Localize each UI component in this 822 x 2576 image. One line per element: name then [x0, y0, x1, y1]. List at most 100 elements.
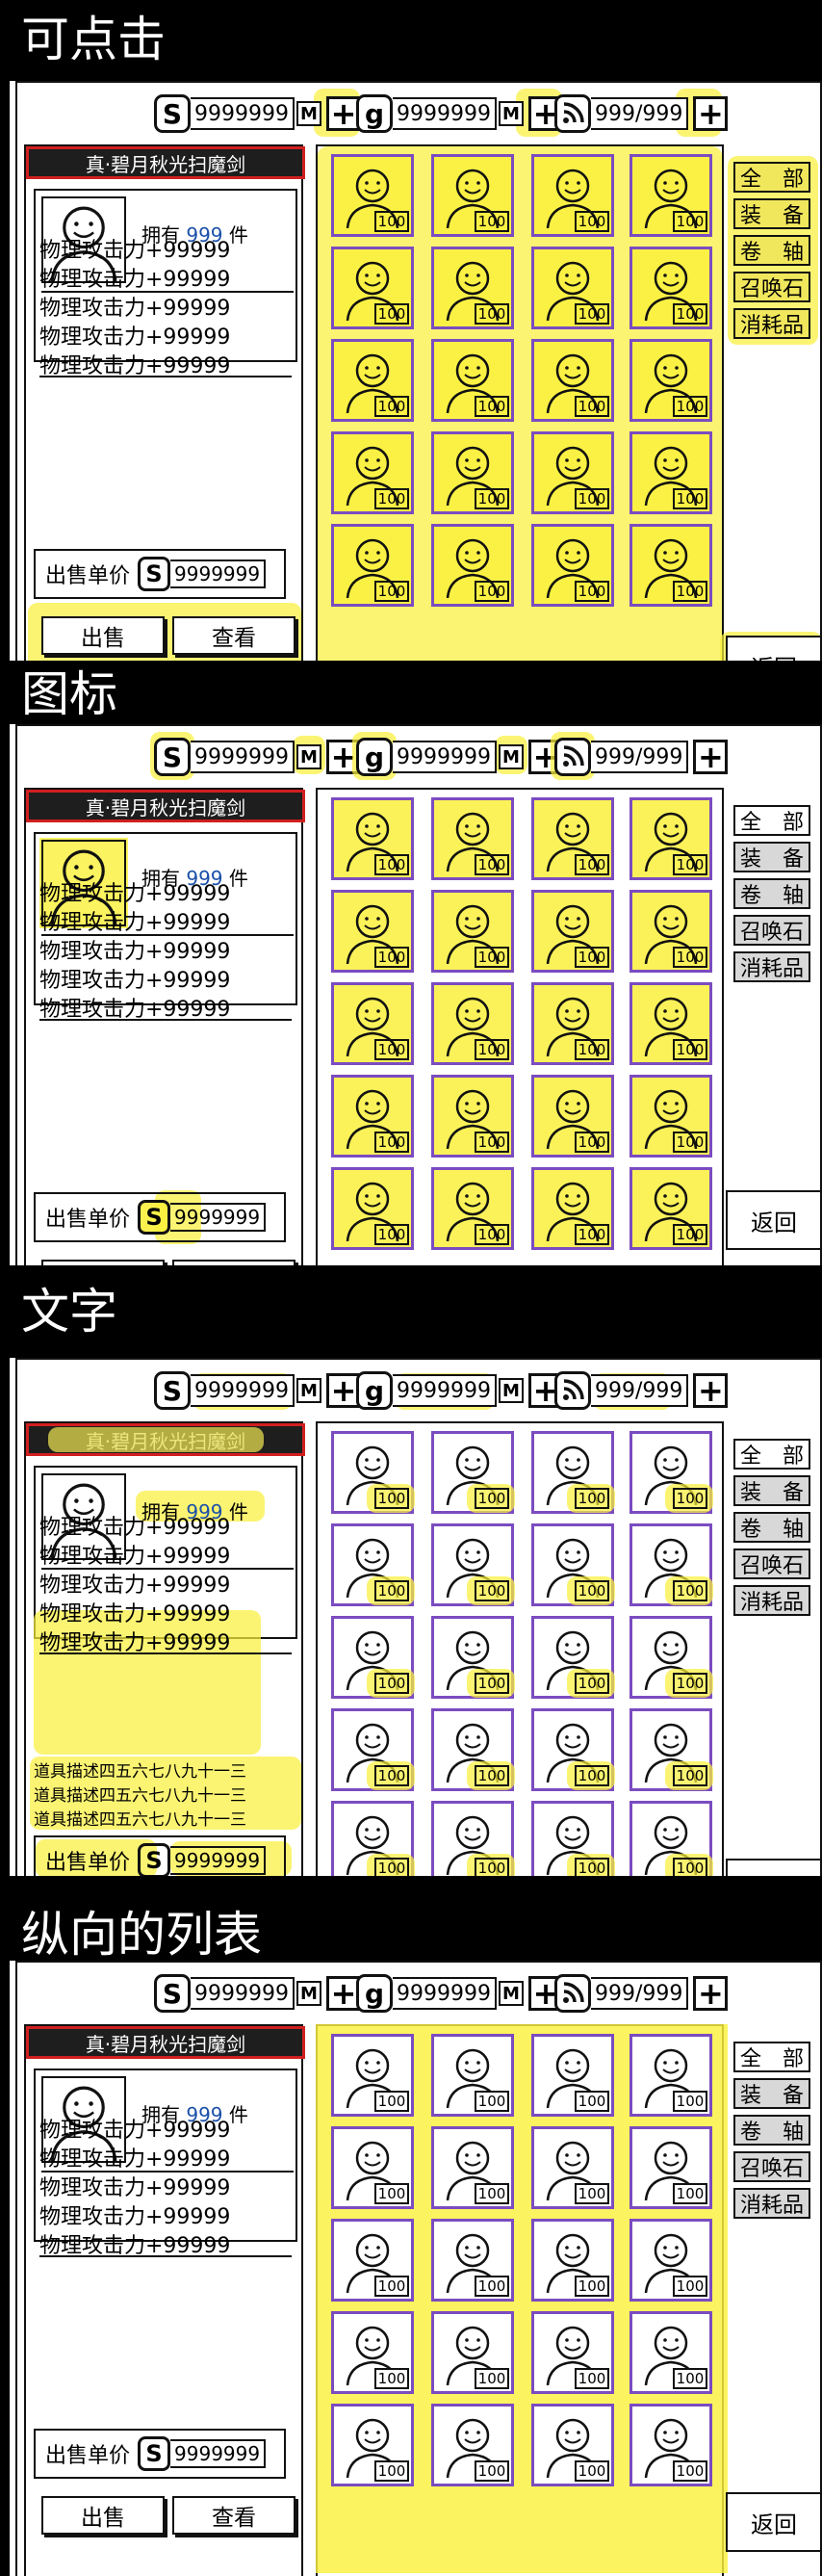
item-slot[interactable]: 100 [331, 1523, 415, 1606]
item-slot[interactable]: 100 [629, 1708, 713, 1791]
tab-2[interactable]: 卷 轴 [733, 1512, 810, 1543]
item-slot[interactable]: 100 [431, 890, 514, 973]
tab-2[interactable]: 卷 轴 [733, 2115, 810, 2146]
item-slot[interactable]: 100 [431, 1167, 514, 1250]
item-slot[interactable]: 100 [431, 247, 514, 329]
tab-1[interactable]: 装 备 [733, 1475, 810, 1506]
item-slot[interactable]: 100 [531, 2219, 614, 2302]
item-slot[interactable]: 100 [331, 982, 414, 1065]
item-slot[interactable]: 100 [431, 2311, 514, 2394]
item-slot[interactable]: 100 [331, 797, 414, 880]
item-slot[interactable]: 100 [331, 339, 414, 422]
tab-3[interactable]: 召唤石 [733, 1548, 810, 1579]
item-slot[interactable]: 100 [331, 1801, 415, 1876]
item-slot[interactable]: 100 [531, 339, 614, 422]
item-slot[interactable]: 100 [331, 2034, 414, 2117]
add-resource-button[interactable]: + [693, 740, 729, 774]
item-slot[interactable]: 100 [431, 797, 514, 880]
tab-2[interactable]: 卷 轴 [733, 878, 810, 909]
item-slot[interactable]: 100 [331, 2311, 414, 2394]
item-slot[interactable]: 100 [531, 2404, 614, 2486]
item-slot[interactable]: 100 [629, 797, 712, 880]
item-slot[interactable]: 100 [531, 797, 614, 880]
item-slot[interactable]: 100 [531, 1075, 614, 1158]
item-slot[interactable]: 100 [629, 431, 712, 514]
tab-3[interactable]: 召唤石 [733, 2151, 810, 2182]
sell-button[interactable]: 出售 [41, 616, 165, 655]
item-slot[interactable]: 100 [629, 2034, 712, 2117]
item-slot[interactable]: 100 [531, 431, 614, 514]
tab-0[interactable]: 全 部 [733, 2042, 810, 2072]
item-slot[interactable]: 100 [331, 1075, 414, 1158]
add-resource-button[interactable]: + [693, 96, 729, 131]
item-slot[interactable]: 100 [331, 1431, 415, 1514]
item-slot[interactable]: 100 [629, 524, 712, 607]
item-slot[interactable]: 100 [531, 2126, 614, 2209]
item-slot[interactable]: 100 [629, 2126, 712, 2209]
tab-4[interactable]: 消耗品 [733, 1585, 810, 1616]
tab-4[interactable]: 消耗品 [733, 308, 810, 339]
item-slot[interactable]: 100 [331, 1167, 414, 1250]
item-slot[interactable]: 100 [629, 1075, 712, 1158]
item-slot[interactable]: 100 [331, 431, 414, 514]
tab-1[interactable]: 装 备 [733, 198, 810, 229]
item-slot[interactable]: 100 [331, 2219, 414, 2302]
item-slot[interactable]: 100 [629, 1523, 713, 1606]
back-button[interactable]: 返回 [726, 2492, 822, 2552]
back-button[interactable]: 返回 [726, 1190, 822, 1250]
item-slot[interactable]: 100 [629, 247, 712, 329]
item-slot[interactable]: 100 [531, 1801, 615, 1876]
item-slot[interactable]: 100 [629, 982, 712, 1065]
item-slot[interactable]: 100 [629, 1431, 713, 1514]
tab-4[interactable]: 消耗品 [733, 951, 810, 982]
item-slot[interactable]: 100 [331, 154, 414, 237]
item-slot[interactable]: 100 [531, 247, 614, 329]
item-slot[interactable]: 100 [431, 1708, 515, 1791]
item-slot[interactable]: 100 [331, 247, 414, 329]
item-slot[interactable]: 100 [629, 2404, 712, 2486]
item-slot[interactable]: 100 [531, 1523, 615, 1606]
item-slot[interactable]: 100 [531, 1431, 615, 1514]
item-slot[interactable]: 100 [531, 154, 614, 237]
tab-2[interactable]: 卷 轴 [733, 235, 810, 266]
view-button[interactable]: 查看 [172, 2496, 295, 2535]
tab-0[interactable]: 全 部 [733, 162, 810, 193]
item-slot[interactable]: 100 [531, 890, 614, 973]
tab-1[interactable]: 装 备 [733, 2078, 810, 2109]
item-slot[interactable]: 100 [331, 890, 414, 973]
item-slot[interactable]: 100 [629, 890, 712, 973]
tab-4[interactable]: 消耗品 [733, 2188, 810, 2219]
item-slot[interactable]: 100 [629, 1801, 713, 1876]
item-slot[interactable]: 100 [629, 1616, 713, 1699]
item-slot[interactable]: 100 [531, 524, 614, 607]
item-slot[interactable]: 100 [431, 2126, 514, 2209]
item-slot[interactable]: 100 [431, 982, 514, 1065]
item-slot[interactable]: 100 [629, 2311, 712, 2394]
item-slot[interactable]: 100 [331, 1708, 415, 1791]
item-slot[interactable]: 100 [431, 1523, 515, 1606]
item-slot[interactable]: 100 [431, 1801, 515, 1876]
item-slot[interactable]: 100 [531, 982, 614, 1065]
item-slot[interactable]: 100 [629, 1167, 712, 1250]
item-slot[interactable]: 100 [431, 1616, 515, 1699]
view-button[interactable]: 查看 [172, 616, 295, 655]
item-slot[interactable]: 100 [531, 1616, 615, 1699]
back-button[interactable]: 返回 [726, 636, 822, 661]
add-resource-button[interactable]: + [693, 1373, 729, 1408]
item-slot[interactable]: 100 [431, 431, 514, 514]
item-slot[interactable]: 100 [331, 2126, 414, 2209]
item-slot[interactable]: 100 [531, 2311, 614, 2394]
tab-0[interactable]: 全 部 [733, 1439, 810, 1470]
item-slot[interactable]: 100 [629, 2219, 712, 2302]
item-slot[interactable]: 100 [531, 1167, 614, 1250]
item-slot[interactable]: 100 [531, 2034, 614, 2117]
item-slot[interactable]: 100 [431, 154, 514, 237]
item-slot[interactable]: 100 [431, 524, 514, 607]
item-slot[interactable]: 100 [431, 339, 514, 422]
tab-3[interactable]: 召唤石 [733, 272, 810, 302]
item-slot[interactable]: 100 [431, 1431, 515, 1514]
item-slot[interactable]: 100 [331, 1616, 415, 1699]
tab-0[interactable]: 全 部 [733, 805, 810, 836]
back-button[interactable]: 返回 [726, 1859, 822, 1876]
item-slot[interactable]: 100 [431, 2034, 514, 2117]
